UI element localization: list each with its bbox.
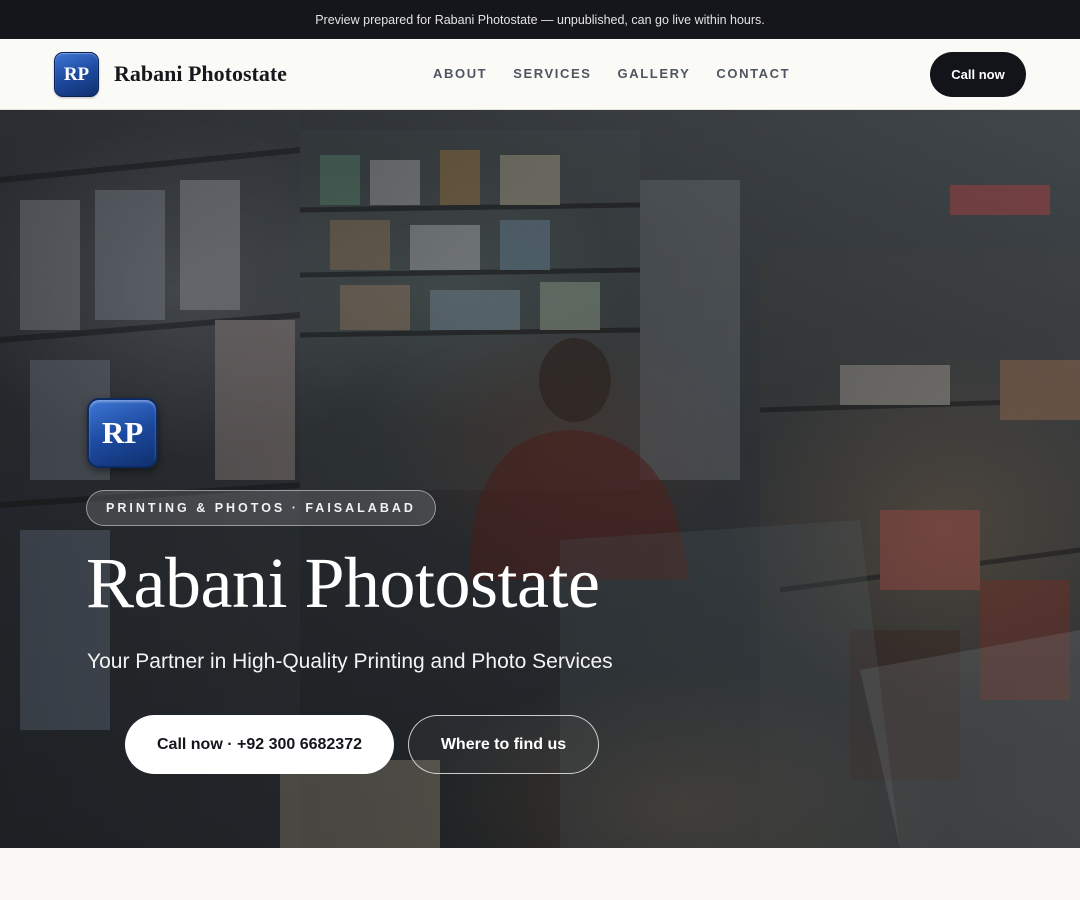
hero-section: RP PRINTING & PHOTOS · FAISALABAD Rabani… (0, 110, 1080, 848)
site-header: RP Rabani Photostate ABOUT SERVICES GALL… (0, 39, 1080, 110)
logo-icon[interactable]: RP (54, 52, 99, 97)
nav-link-about[interactable]: ABOUT (433, 66, 487, 81)
call-now-button[interactable]: Call now (930, 52, 1026, 97)
find-us-button[interactable]: Where to find us (408, 715, 599, 774)
main-nav: ABOUT SERVICES GALLERY CONTACT (433, 66, 790, 81)
preview-banner-text: Preview prepared for Rabani Photostate —… (315, 12, 765, 27)
nav-link-contact[interactable]: CONTACT (716, 66, 790, 81)
nav-link-gallery[interactable]: GALLERY (618, 66, 691, 81)
preview-banner: Preview prepared for Rabani Photostate —… (0, 0, 1080, 39)
hero-eyebrow-pill: PRINTING & PHOTOS · FAISALABAD (86, 490, 436, 526)
hero-title: Rabani Photostate (86, 543, 600, 623)
nav-link-services[interactable]: SERVICES (513, 66, 591, 81)
next-section (0, 848, 1080, 900)
call-phone-button[interactable]: Call now · +92 300 6682372 (125, 715, 394, 774)
hero-logo-icon: RP (87, 398, 158, 468)
hero-subtitle: Your Partner in High-Quality Printing an… (87, 650, 613, 673)
brand-name[interactable]: Rabani Photostate (114, 61, 287, 87)
